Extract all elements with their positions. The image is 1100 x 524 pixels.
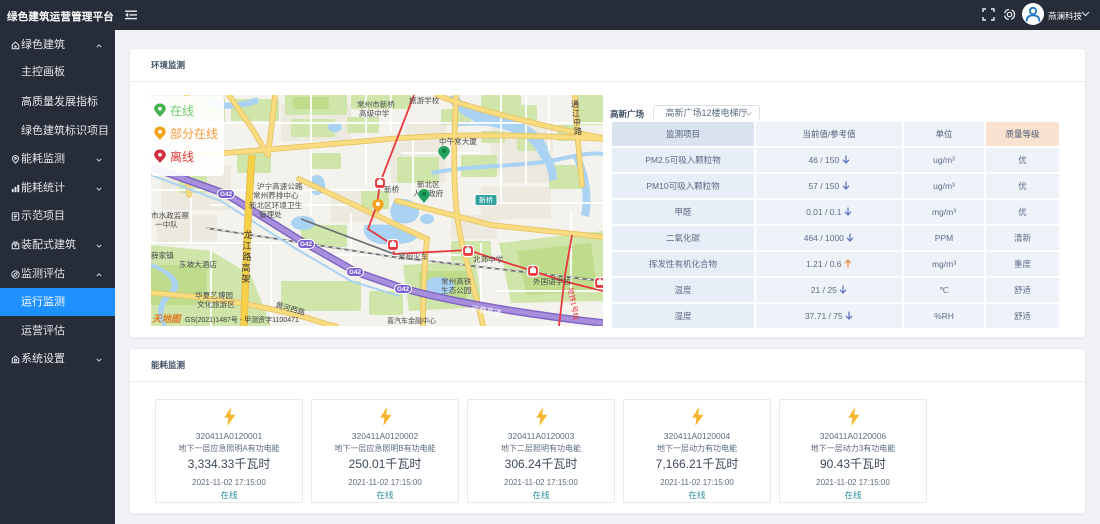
svg-text:旅游学校: 旅游学校: [409, 95, 440, 105]
svg-text:江: 江: [572, 109, 580, 118]
svg-text:架: 架: [241, 274, 250, 284]
svg-text:高级中学: 高级中学: [359, 108, 390, 118]
svg-text:天地图: 天地图: [152, 313, 182, 325]
svg-text:部分在线: 部分在线: [170, 126, 218, 141]
svg-text:江: 江: [242, 241, 251, 251]
svg-text:中午常大厦: 中午常大厦: [439, 136, 477, 146]
svg-text:北郊中学: 北郊中学: [473, 254, 504, 264]
svg-text:路: 路: [574, 126, 582, 136]
svg-text:GS(2021)1487号 - 甲测资字1100471: GS(2021)1487号 - 甲测资字1100471: [185, 315, 299, 324]
svg-text:文化旅游区: 文化旅游区: [197, 299, 235, 309]
svg-text:新桥: 新桥: [384, 184, 400, 194]
svg-text:新北区环境卫生: 新北区环境卫生: [249, 200, 303, 210]
svg-text:高: 高: [241, 262, 250, 273]
svg-text:常州火车: 常州火车: [398, 251, 429, 261]
svg-text:通: 通: [571, 99, 579, 109]
svg-text:外国语学校: 外国语学校: [533, 276, 571, 286]
svg-text:在线: 在线: [170, 104, 194, 118]
svg-text:管理处: 管理处: [259, 209, 282, 219]
svg-text:龙: 龙: [243, 229, 252, 240]
svg-text:华夏艺博园: 华夏艺博园: [195, 290, 233, 300]
svg-text:市水政监察: 市水政监察: [151, 210, 189, 220]
svg-text:G42: G42: [300, 241, 313, 248]
svg-text:生态公园: 生态公园: [441, 285, 471, 295]
svg-text:G42: G42: [397, 286, 410, 293]
svg-text:新北区: 新北区: [417, 179, 440, 189]
svg-text:常州市新桥: 常州市新桥: [357, 99, 395, 109]
svg-text:沪宁高速公路: 沪宁高速公路: [257, 181, 303, 191]
svg-text:中: 中: [573, 117, 581, 127]
svg-text:东坡大酒店: 东坡大酒店: [179, 259, 217, 269]
svg-text:常州高铁: 常州高铁: [441, 276, 472, 286]
svg-text:路: 路: [242, 251, 251, 262]
svg-text:一中队: 一中队: [155, 219, 178, 229]
svg-text:常州养排中心: 常州养排中心: [253, 190, 299, 200]
svg-text:喜汽车金融中心: 喜汽车金融中心: [387, 316, 436, 325]
svg-text:新桥: 新桥: [479, 196, 493, 205]
svg-text:离线: 离线: [170, 149, 194, 164]
svg-text:G42: G42: [349, 269, 362, 276]
svg-text:G42: G42: [220, 191, 233, 198]
svg-text:薛家镇: 薛家镇: [151, 250, 174, 260]
